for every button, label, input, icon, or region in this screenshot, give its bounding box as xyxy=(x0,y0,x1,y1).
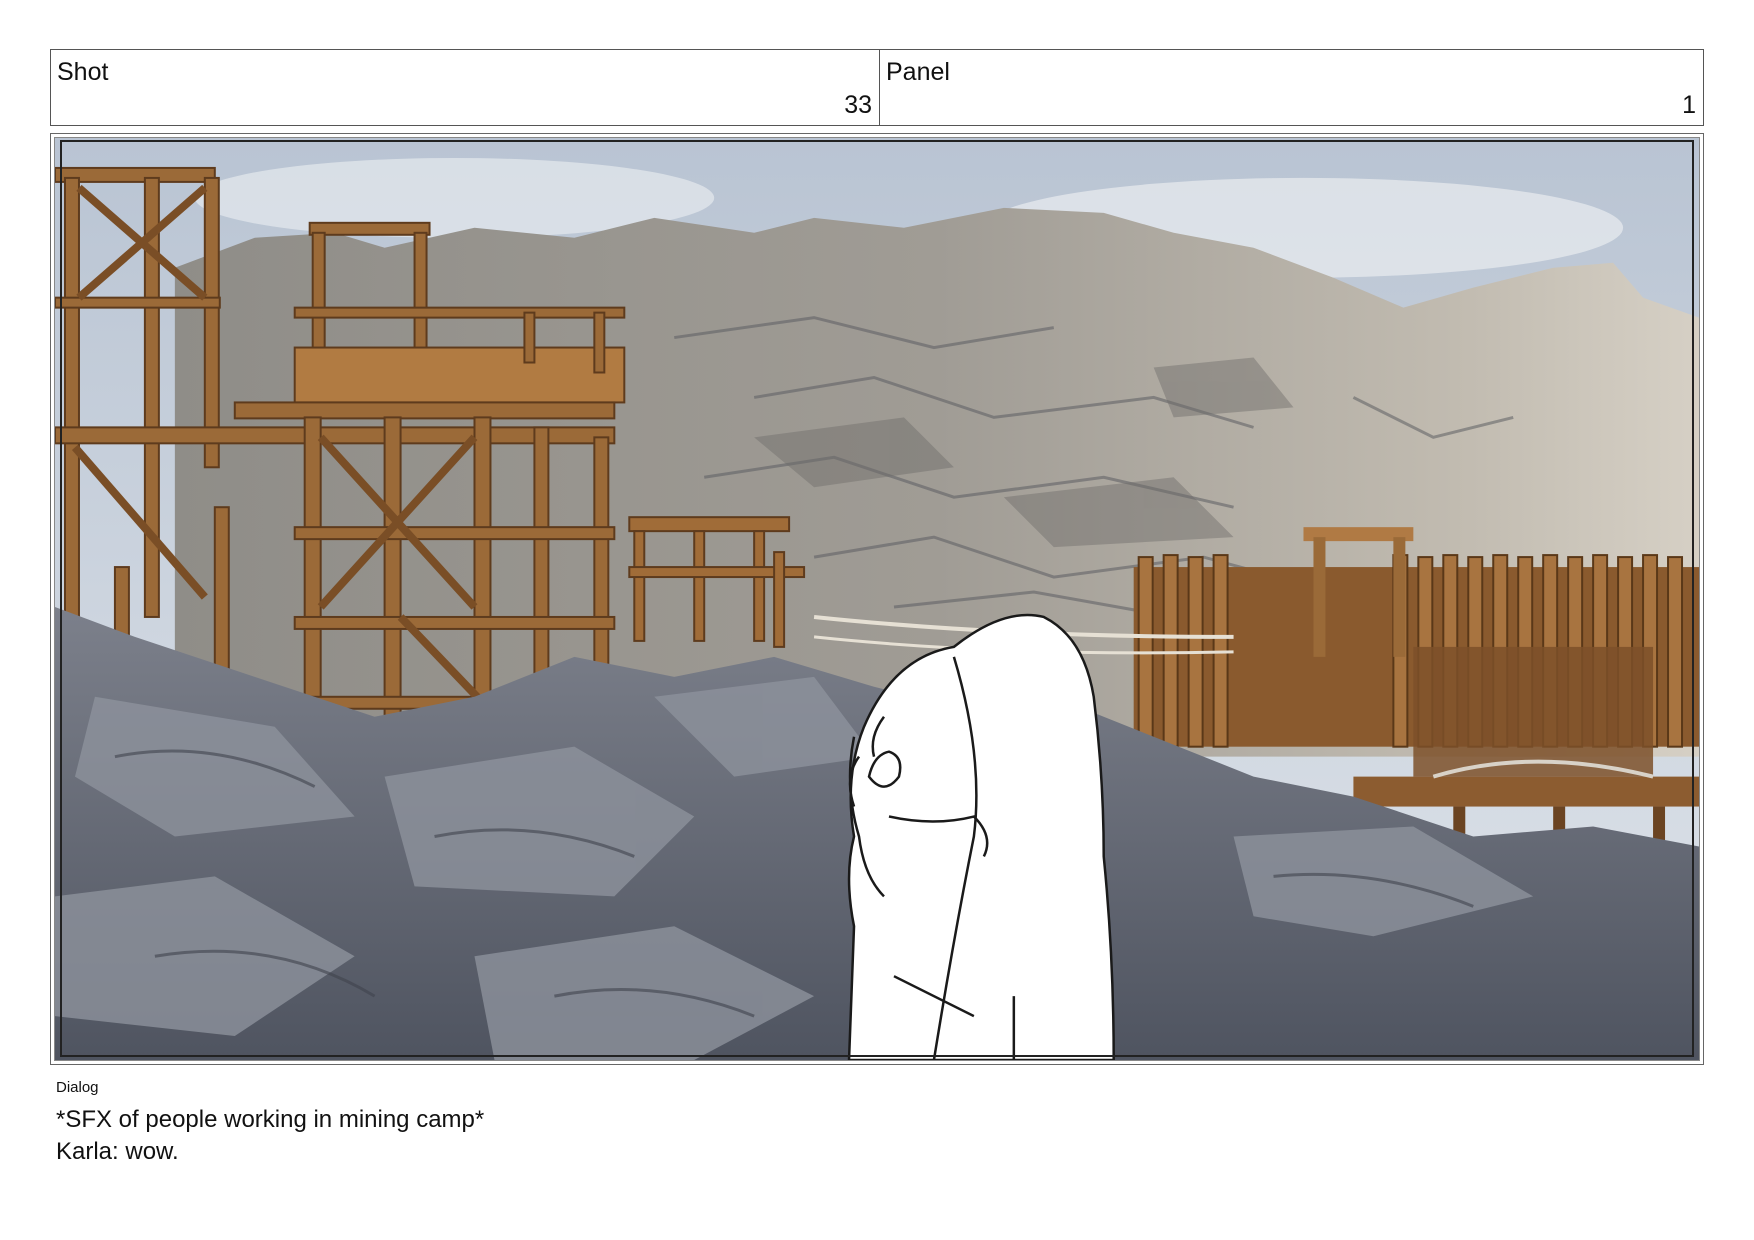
shot-label: Shot xyxy=(57,58,109,86)
dialog-line-karla: Karla: wow. xyxy=(56,1138,179,1165)
dialog-line-sfx: *SFX of people working in mining camp* xyxy=(56,1106,485,1133)
shot-cell: Shot 33 xyxy=(51,50,880,125)
dialog-text: *SFX of people working in mining camp* K… xyxy=(56,1104,484,1168)
panel-cell: Panel 1 xyxy=(880,50,1703,125)
shot-panel-header: Shot 33 Panel 1 xyxy=(50,49,1704,126)
shot-number: 33 xyxy=(844,91,872,119)
panel-image xyxy=(54,137,1700,1061)
storyboard-frame xyxy=(50,133,1704,1065)
panel-number: 1 xyxy=(1682,91,1696,119)
panel-label: Panel xyxy=(886,58,950,86)
scene-illustration xyxy=(55,138,1699,1060)
dialog-label: Dialog xyxy=(56,1079,99,1096)
